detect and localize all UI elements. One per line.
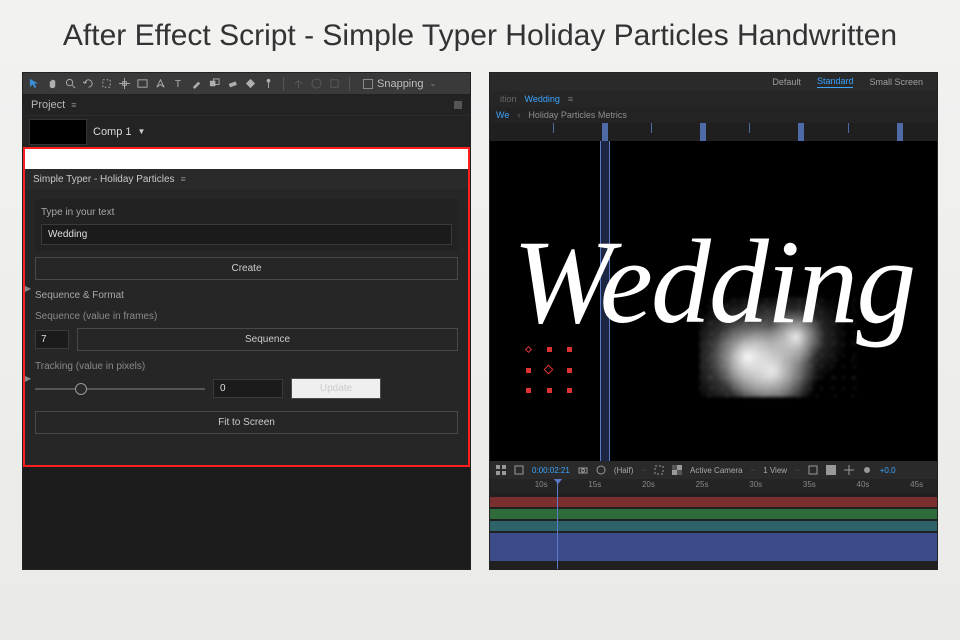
layer-selection-handles[interactable] bbox=[528, 349, 570, 391]
clone-tool-icon[interactable] bbox=[209, 78, 220, 89]
tab-text-truncated: ition bbox=[500, 94, 517, 104]
timecode-display[interactable]: 0:00:02:21 bbox=[532, 466, 570, 475]
hand-tool-icon[interactable] bbox=[47, 78, 58, 89]
breadcrumb-arrow-icon: ‹ bbox=[517, 110, 520, 120]
tracking-slider[interactable] bbox=[35, 388, 205, 390]
sequence-value-input[interactable] bbox=[35, 330, 69, 349]
alpha-icon[interactable] bbox=[596, 465, 606, 475]
brush-tool-icon[interactable] bbox=[191, 78, 202, 89]
script-panel-highlight: Simple Typer - Holiday Particles ≡ Type … bbox=[23, 147, 470, 467]
orbit-tool-icon[interactable] bbox=[83, 78, 94, 89]
type-text-label: Type in your text bbox=[41, 207, 452, 218]
camera-display[interactable]: Active Camera bbox=[690, 466, 742, 475]
pen-tool-icon[interactable] bbox=[155, 78, 166, 89]
zoom-tool-icon[interactable] bbox=[65, 78, 76, 89]
ruler-label: 45s bbox=[910, 480, 923, 489]
collapsed-panel-icon[interactable]: ▶ bbox=[25, 374, 31, 383]
ruler-label: 40s bbox=[857, 480, 870, 489]
fast-previews-icon[interactable] bbox=[844, 465, 854, 475]
rect-tool-icon[interactable] bbox=[137, 78, 148, 89]
grid-icon[interactable] bbox=[496, 465, 506, 475]
ruler-label: 10s bbox=[535, 480, 548, 489]
eraser-tool-icon[interactable] bbox=[227, 78, 238, 89]
ruler-label: 30s bbox=[749, 480, 762, 489]
axis-local-icon[interactable] bbox=[293, 78, 304, 89]
ae-toolbar: T Snapping ⌄ bbox=[23, 73, 470, 95]
search-bar[interactable] bbox=[25, 149, 468, 169]
ruler-label: 25s bbox=[696, 480, 709, 489]
project-panel-tab[interactable]: Project ≡ bbox=[23, 95, 470, 115]
tracking-label: Tracking (value in pixels) bbox=[35, 361, 458, 372]
tracking-slider-thumb[interactable] bbox=[75, 383, 87, 395]
create-button[interactable]: Create bbox=[35, 257, 458, 280]
sequence-button[interactable]: Sequence bbox=[77, 328, 458, 351]
workspace-small[interactable]: Small Screen bbox=[869, 77, 923, 87]
panel-menu-icon[interactable]: ≡ bbox=[71, 100, 76, 110]
panel-menu-icon[interactable]: ≡ bbox=[181, 174, 186, 184]
left-panel: T Snapping ⌄ Project ≡ bbox=[22, 72, 471, 570]
timeline-playhead[interactable] bbox=[557, 479, 558, 570]
particle-effect bbox=[700, 297, 860, 397]
panel-square-icon[interactable] bbox=[454, 101, 462, 109]
svg-text:T: T bbox=[175, 79, 181, 89]
tab-wedding[interactable]: Wedding bbox=[525, 94, 560, 104]
roi-icon[interactable] bbox=[654, 465, 664, 475]
ruler-label: 35s bbox=[803, 480, 816, 489]
viewer-status-bar: 0:00:02:21 (Half) ~ Active Camera ~ 1 Vi… bbox=[490, 461, 937, 479]
view-options-icon[interactable] bbox=[808, 465, 818, 475]
mask-icon[interactable] bbox=[514, 465, 524, 475]
page-title: After Effect Script - Simple Typer Holid… bbox=[0, 0, 960, 62]
workspace-switcher: Default Standard Small Screen bbox=[490, 73, 937, 91]
panel-menu-icon[interactable]: ≡ bbox=[568, 94, 573, 104]
disclosure-triangle-icon[interactable]: ▼ bbox=[138, 127, 146, 136]
axis-view-icon[interactable] bbox=[329, 78, 340, 89]
update-button[interactable]: Update bbox=[291, 378, 381, 399]
view-count-display[interactable]: 1 View bbox=[763, 466, 787, 475]
exposure-icon[interactable] bbox=[862, 465, 872, 475]
tracking-value-input[interactable] bbox=[213, 379, 283, 398]
composition-viewport[interactable]: Wedding bbox=[490, 141, 937, 461]
composition-tab-row: ition Wedding ≡ bbox=[490, 91, 937, 107]
workspace-standard[interactable]: Standard bbox=[817, 76, 854, 88]
breadcrumb-root[interactable]: We bbox=[496, 110, 509, 120]
snapshot-icon[interactable] bbox=[578, 465, 588, 475]
time-ruler-top[interactable] bbox=[490, 123, 937, 141]
puppet-tool-icon[interactable] bbox=[263, 78, 274, 89]
transparency-grid-icon[interactable] bbox=[672, 465, 682, 475]
comp-thumbnail[interactable] bbox=[29, 119, 87, 145]
type-text-input[interactable] bbox=[41, 224, 452, 245]
collapsed-panel-icon[interactable]: ▶ bbox=[25, 284, 31, 293]
snapping-label: Snapping bbox=[377, 78, 424, 90]
snapping-checkbox[interactable] bbox=[363, 79, 373, 89]
right-panel: Default Standard Small Screen ition Wedd… bbox=[489, 72, 938, 570]
comp-name-label[interactable]: Comp 1 ▼ bbox=[93, 126, 145, 138]
resolution-display[interactable]: (Half) bbox=[614, 466, 634, 475]
roto-tool-icon[interactable] bbox=[245, 78, 256, 89]
breadcrumb: We ‹ Holiday Particles Metrics bbox=[490, 107, 937, 123]
workspace-default[interactable]: Default bbox=[772, 77, 801, 87]
chevron-down-icon[interactable]: ⌄ bbox=[430, 79, 437, 88]
selection-tool-icon[interactable] bbox=[29, 78, 40, 89]
breadcrumb-current[interactable]: Holiday Particles Metrics bbox=[528, 110, 627, 120]
exposure-value[interactable]: +0.0 bbox=[880, 466, 896, 475]
sequence-frames-label: Sequence (value in frames) bbox=[35, 311, 458, 322]
ruler-label: 20s bbox=[642, 480, 655, 489]
timeline-panel[interactable]: 10s 15s 20s 25s 30s 35s 40s 45s bbox=[490, 479, 937, 570]
pixel-aspect-icon[interactable] bbox=[826, 465, 836, 475]
anchor-tool-icon[interactable] bbox=[119, 78, 130, 89]
axis-world-icon[interactable] bbox=[311, 78, 322, 89]
sequence-format-label: Sequence & Format bbox=[35, 290, 458, 301]
panel-title-bar: Simple Typer - Holiday Particles ≡ bbox=[25, 169, 468, 189]
type-tool-icon[interactable]: T bbox=[173, 78, 184, 89]
ruler-label: 15s bbox=[588, 480, 601, 489]
fit-to-screen-button[interactable]: Fit to Screen bbox=[35, 411, 458, 434]
rotate-tool-icon[interactable] bbox=[101, 78, 112, 89]
